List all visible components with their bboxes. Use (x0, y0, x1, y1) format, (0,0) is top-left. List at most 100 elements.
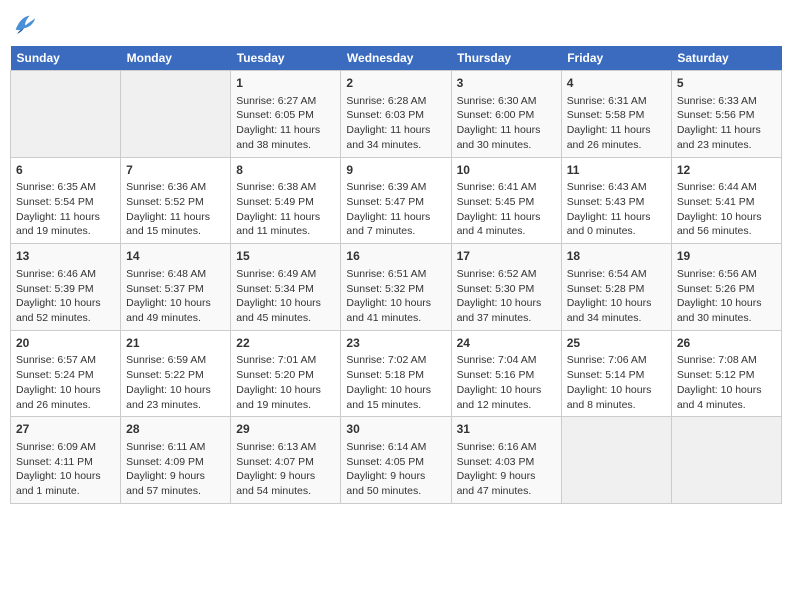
calendar-cell: 19 Sunrise: 6:56 AM Sunset: 5:26 PM Dayli… (671, 244, 781, 331)
day-number: 1 (236, 75, 335, 92)
day-info: Sunrise: 6:48 AM Sunset: 5:37 PM Dayligh… (126, 267, 225, 326)
calendar-cell (561, 417, 671, 504)
day-number: 5 (677, 75, 776, 92)
calendar-cell: 16 Sunrise: 6:51 AM Sunset: 5:32 PM Dayli… (341, 244, 451, 331)
day-info: Sunrise: 6:36 AM Sunset: 5:52 PM Dayligh… (126, 180, 225, 239)
calendar-cell: 11Sunrise: 6:43 AM Sunset: 5:43 PM Dayli… (561, 157, 671, 244)
calendar-cell: 14 Sunrise: 6:48 AM Sunset: 5:37 PM Dayli… (121, 244, 231, 331)
day-number: 17 (457, 248, 556, 265)
calendar-cell: 27Sunrise: 6:09 AM Sunset: 4:11 PM Dayli… (11, 417, 121, 504)
calendar-body: 1 Sunrise: 6:27 AM Sunset: 6:05 PM Daylig… (11, 71, 782, 504)
day-number: 13 (16, 248, 115, 265)
day-info: Sunrise: 6:54 AM Sunset: 5:28 PM Dayligh… (567, 267, 666, 326)
day-info: Sunrise: 6:57 AM Sunset: 5:24 PM Dayligh… (16, 353, 115, 412)
day-number: 22 (236, 335, 335, 352)
calendar-week-5: 27Sunrise: 6:09 AM Sunset: 4:11 PM Dayli… (11, 417, 782, 504)
logo-icon (10, 10, 38, 38)
day-number: 6 (16, 162, 115, 179)
day-number: 11 (567, 162, 666, 179)
day-number: 10 (457, 162, 556, 179)
day-number: 27 (16, 421, 115, 438)
calendar-cell: 7Sunrise: 6:36 AM Sunset: 5:52 PM Daylig… (121, 157, 231, 244)
day-number: 12 (677, 162, 776, 179)
calendar-cell: 20Sunrise: 6:57 AM Sunset: 5:24 PM Dayli… (11, 330, 121, 417)
day-number: 8 (236, 162, 335, 179)
calendar-week-3: 13 Sunrise: 6:46 AM Sunset: 5:39 PM Dayli… (11, 244, 782, 331)
day-info: Sunrise: 6:38 AM Sunset: 5:49 PM Dayligh… (236, 180, 335, 239)
day-info: Sunrise: 6:39 AM Sunset: 5:47 PM Dayligh… (346, 180, 445, 239)
day-number: 7 (126, 162, 225, 179)
day-number: 14 (126, 248, 225, 265)
calendar-cell: 24Sunrise: 7:04 AM Sunset: 5:16 PM Dayli… (451, 330, 561, 417)
day-number: 18 (567, 248, 666, 265)
calendar-header-row: SundayMondayTuesdayWednesdayThursdayFrid… (11, 46, 782, 71)
day-info: Sunrise: 7:08 AM Sunset: 5:12 PM Dayligh… (677, 353, 776, 412)
day-info: Sunrise: 6:33 AM Sunset: 5:56 PM Dayligh… (677, 94, 776, 153)
day-number: 24 (457, 335, 556, 352)
day-number: 26 (677, 335, 776, 352)
weekday-header-saturday: Saturday (671, 46, 781, 71)
day-info: Sunrise: 7:06 AM Sunset: 5:14 PM Dayligh… (567, 353, 666, 412)
day-number: 3 (457, 75, 556, 92)
calendar-cell: 28 Sunrise: 6:11 AM Sunset: 4:09 PM Dayli… (121, 417, 231, 504)
weekday-header-thursday: Thursday (451, 46, 561, 71)
calendar-cell: 9Sunrise: 6:39 AM Sunset: 5:47 PM Daylig… (341, 157, 451, 244)
calendar-cell (671, 417, 781, 504)
day-number: 15 (236, 248, 335, 265)
day-info: Sunrise: 6:30 AM Sunset: 6:00 PM Dayligh… (457, 94, 556, 153)
day-info: Sunrise: 6:28 AM Sunset: 6:03 PM Dayligh… (346, 94, 445, 153)
day-info: Sunrise: 6:56 AM Sunset: 5:26 PM Dayligh… (677, 267, 776, 326)
calendar-week-4: 20Sunrise: 6:57 AM Sunset: 5:24 PM Dayli… (11, 330, 782, 417)
calendar-cell: 4 Sunrise: 6:31 AM Sunset: 5:58 PM Daylig… (561, 71, 671, 158)
day-number: 25 (567, 335, 666, 352)
day-number: 23 (346, 335, 445, 352)
weekday-header-sunday: Sunday (11, 46, 121, 71)
calendar-cell: 8Sunrise: 6:38 AM Sunset: 5:49 PM Daylig… (231, 157, 341, 244)
day-info: Sunrise: 6:49 AM Sunset: 5:34 PM Dayligh… (236, 267, 335, 326)
calendar-cell: 12Sunrise: 6:44 AM Sunset: 5:41 PM Dayli… (671, 157, 781, 244)
calendar-cell: 25Sunrise: 7:06 AM Sunset: 5:14 PM Dayli… (561, 330, 671, 417)
calendar-cell: 2 Sunrise: 6:28 AM Sunset: 6:03 PM Daylig… (341, 71, 451, 158)
day-info: Sunrise: 6:41 AM Sunset: 5:45 PM Dayligh… (457, 180, 556, 239)
day-info: Sunrise: 6:35 AM Sunset: 5:54 PM Dayligh… (16, 180, 115, 239)
day-number: 28 (126, 421, 225, 438)
calendar-cell: 15 Sunrise: 6:49 AM Sunset: 5:34 PM Dayli… (231, 244, 341, 331)
calendar-cell: 1 Sunrise: 6:27 AM Sunset: 6:05 PM Daylig… (231, 71, 341, 158)
calendar-cell: 26Sunrise: 7:08 AM Sunset: 5:12 PM Dayli… (671, 330, 781, 417)
day-info: Sunrise: 6:27 AM Sunset: 6:05 PM Dayligh… (236, 94, 335, 153)
day-number: 20 (16, 335, 115, 352)
calendar-table: SundayMondayTuesdayWednesdayThursdayFrid… (10, 46, 782, 504)
logo (10, 10, 42, 38)
day-info: Sunrise: 6:16 AM Sunset: 4:03 PM Dayligh… (457, 440, 556, 499)
day-info: Sunrise: 6:46 AM Sunset: 5:39 PM Dayligh… (16, 267, 115, 326)
day-number: 2 (346, 75, 445, 92)
calendar-cell: 18 Sunrise: 6:54 AM Sunset: 5:28 PM Dayli… (561, 244, 671, 331)
day-number: 30 (346, 421, 445, 438)
calendar-cell: 5 Sunrise: 6:33 AM Sunset: 5:56 PM Daylig… (671, 71, 781, 158)
day-info: Sunrise: 7:01 AM Sunset: 5:20 PM Dayligh… (236, 353, 335, 412)
day-info: Sunrise: 6:44 AM Sunset: 5:41 PM Dayligh… (677, 180, 776, 239)
page-header (10, 10, 782, 38)
calendar-week-2: 6Sunrise: 6:35 AM Sunset: 5:54 PM Daylig… (11, 157, 782, 244)
calendar-cell: 13 Sunrise: 6:46 AM Sunset: 5:39 PM Dayli… (11, 244, 121, 331)
day-info: Sunrise: 7:02 AM Sunset: 5:18 PM Dayligh… (346, 353, 445, 412)
calendar-cell: 21Sunrise: 6:59 AM Sunset: 5:22 PM Dayli… (121, 330, 231, 417)
calendar-cell: 30Sunrise: 6:14 AM Sunset: 4:05 PM Dayli… (341, 417, 451, 504)
day-number: 9 (346, 162, 445, 179)
weekday-header-tuesday: Tuesday (231, 46, 341, 71)
day-number: 19 (677, 248, 776, 265)
day-number: 21 (126, 335, 225, 352)
day-info: Sunrise: 6:31 AM Sunset: 5:58 PM Dayligh… (567, 94, 666, 153)
day-info: Sunrise: 6:59 AM Sunset: 5:22 PM Dayligh… (126, 353, 225, 412)
calendar-cell: 10Sunrise: 6:41 AM Sunset: 5:45 PM Dayli… (451, 157, 561, 244)
calendar-cell: 23Sunrise: 7:02 AM Sunset: 5:18 PM Dayli… (341, 330, 451, 417)
day-number: 16 (346, 248, 445, 265)
calendar-cell: 29Sunrise: 6:13 AM Sunset: 4:07 PM Dayli… (231, 417, 341, 504)
calendar-cell: 6Sunrise: 6:35 AM Sunset: 5:54 PM Daylig… (11, 157, 121, 244)
day-info: Sunrise: 6:52 AM Sunset: 5:30 PM Dayligh… (457, 267, 556, 326)
day-number: 4 (567, 75, 666, 92)
day-info: Sunrise: 6:43 AM Sunset: 5:43 PM Dayligh… (567, 180, 666, 239)
day-info: Sunrise: 6:11 AM Sunset: 4:09 PM Dayligh… (126, 440, 225, 499)
calendar-cell (11, 71, 121, 158)
day-info: Sunrise: 6:51 AM Sunset: 5:32 PM Dayligh… (346, 267, 445, 326)
